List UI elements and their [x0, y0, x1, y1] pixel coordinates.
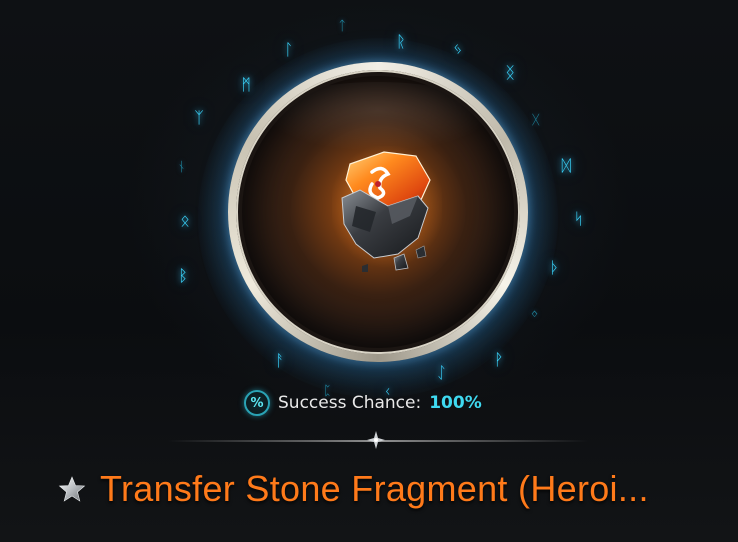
rune-glyph: ᛒ	[178, 265, 188, 285]
rune-glyph: ᛏ	[338, 19, 347, 35]
transfer-stone-fragment-icon	[332, 146, 442, 272]
rune-glyph: ᛝ	[505, 62, 515, 82]
success-chance-value: 100%	[429, 393, 482, 413]
item-title-row: Transfer Stone Fragment (Heroi...	[58, 466, 649, 512]
success-chance: % Success Chance: 100%	[244, 388, 482, 418]
rune-glyph: ᛚ	[283, 39, 294, 59]
item-orb-ring	[236, 70, 520, 354]
percent-icon: %	[244, 390, 270, 416]
item-name: Transfer Stone Fragment (Heroi...	[100, 468, 649, 509]
success-chance-label: Success Chance:	[278, 393, 422, 413]
rune-glyph: ᛋ	[573, 208, 584, 228]
item-orb	[242, 76, 514, 348]
rune-glyph: ᚾ	[177, 160, 186, 176]
orb-sheen	[262, 82, 494, 152]
rune-glyph: ᚷ	[531, 112, 540, 128]
rune-glyph: ᛞ	[561, 156, 572, 176]
item-orb-frame	[228, 62, 528, 362]
enhancement-screen: ᛒᛟᚾᛉᛗᛚᛏᚱᛃᛝᚷᛞᛋᚦᛜᚹᛇᚲᛈᚨ	[0, 0, 738, 542]
rune-glyph: ᛉ	[194, 107, 204, 127]
rune-glyph: ᛟ	[180, 211, 190, 231]
divider-gem-icon	[367, 431, 385, 449]
star-icon	[58, 476, 86, 502]
